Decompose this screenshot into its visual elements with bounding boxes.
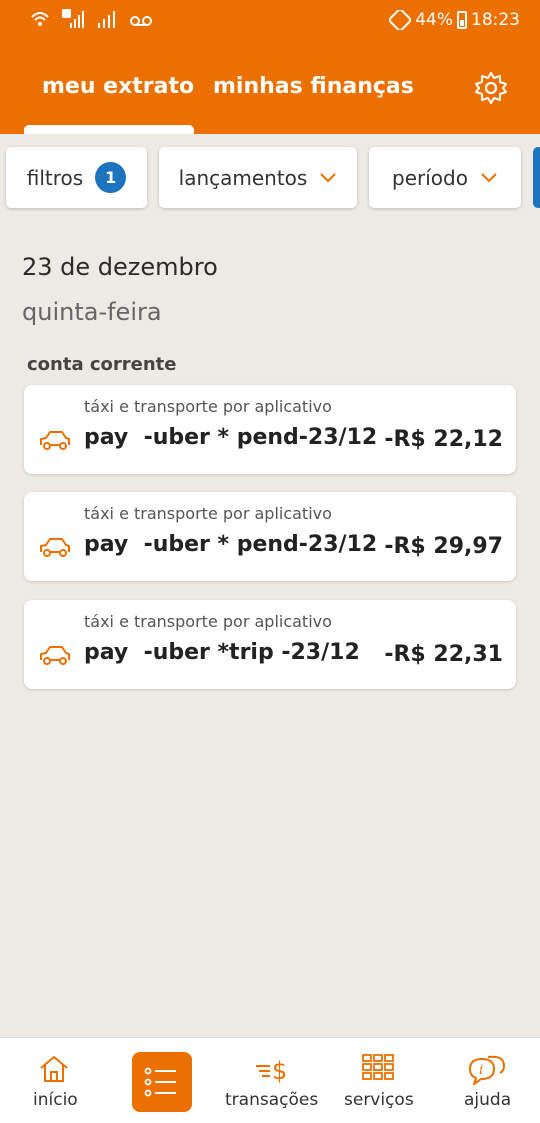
transaction-category: táxi e transporte por aplicativo: [84, 612, 332, 631]
nav-inicio-label: início: [33, 1090, 78, 1110]
nav-transacoes[interactable]: $ transações: [222, 1038, 318, 1123]
car-icon: [40, 431, 70, 450]
battery-icon: [457, 11, 467, 29]
tab-minhas-financas[interactable]: minhas finanças: [213, 74, 414, 99]
home-icon: [40, 1056, 68, 1082]
nav-servicos[interactable]: serviços: [340, 1038, 416, 1123]
periodo-dropdown[interactable]: período: [369, 147, 521, 208]
nav-ajuda-label: ajuda: [464, 1090, 512, 1110]
battery-percent: 44%: [415, 10, 453, 30]
status-icons-left: [30, 9, 152, 29]
list-icon: [144, 1067, 176, 1097]
status-bar: 44% 18:23: [0, 0, 540, 44]
chevron-down-icon: [481, 172, 497, 182]
clock: 18:23: [471, 10, 520, 30]
transaction-card[interactable]: táxi e transporte por aplicativo pay -ub…: [24, 492, 516, 581]
nav-servicos-label: serviços: [344, 1090, 414, 1110]
transaction-amount: -R$ 22,12: [384, 427, 503, 452]
transaction-description: pay -uber *trip -23/12: [84, 640, 360, 665]
gear-icon[interactable]: [473, 70, 509, 106]
filters-count-badge: 1: [95, 162, 127, 193]
help-chat-icon: i: [469, 1055, 506, 1085]
transaction-card[interactable]: táxi e transporte por aplicativo pay -ub…: [24, 600, 516, 689]
lancamentos-label: lançamentos: [178, 165, 308, 190]
active-tab-indicator: [24, 125, 194, 134]
bottom-navigation: início $ transações serviços i ajuda: [0, 1037, 540, 1123]
weekday-label: quinta-feira: [22, 298, 162, 326]
car-icon: [40, 538, 70, 557]
periodo-label: período: [392, 165, 468, 190]
app-header: meu extrato minhas finanças: [0, 44, 540, 134]
nav-inicio[interactable]: início: [20, 1038, 88, 1123]
date-heading: 23 de dezembro: [22, 253, 218, 281]
transaction-amount: -R$ 22,31: [384, 642, 503, 667]
transaction-category: táxi e transporte por aplicativo: [84, 397, 332, 416]
status-icons-right: 44% 18:23: [389, 10, 520, 30]
chevron-down-icon: [320, 172, 337, 182]
transaction-amount: -R$ 29,97: [384, 534, 503, 559]
tab-meu-extrato[interactable]: meu extrato: [42, 74, 194, 99]
signal-icon-sim1: [62, 9, 84, 28]
lancamentos-dropdown[interactable]: lançamentos: [159, 147, 357, 208]
svg-text:i: i: [479, 1063, 483, 1078]
svg-text:$: $: [272, 1057, 287, 1084]
filters-button[interactable]: filtros 1: [6, 147, 147, 208]
signal-icon-sim2: [98, 11, 115, 28]
transaction-category: táxi e transporte por aplicativo: [84, 504, 332, 523]
voicemail-icon: [130, 16, 152, 26]
transaction-description: pay -uber * pend-23/12: [84, 532, 378, 557]
filters-label: filtros: [26, 165, 84, 190]
wifi-icon: [31, 12, 49, 26]
grid-icon: [362, 1054, 394, 1080]
nfc-icon: [389, 10, 412, 30]
transfer-money-icon: $: [256, 1057, 287, 1084]
nav-ajuda[interactable]: i ajuda: [456, 1038, 520, 1123]
transaction-description: pay -uber * pend-23/12: [84, 425, 378, 450]
nav-transacoes-label: transações: [225, 1090, 319, 1110]
account-section-title: conta corrente: [27, 354, 177, 375]
nav-extrato[interactable]: [132, 1052, 192, 1112]
car-icon: [40, 646, 70, 665]
next-filter-chip-edge[interactable]: [533, 147, 540, 208]
transaction-card[interactable]: táxi e transporte por aplicativo pay -ub…: [24, 385, 516, 474]
